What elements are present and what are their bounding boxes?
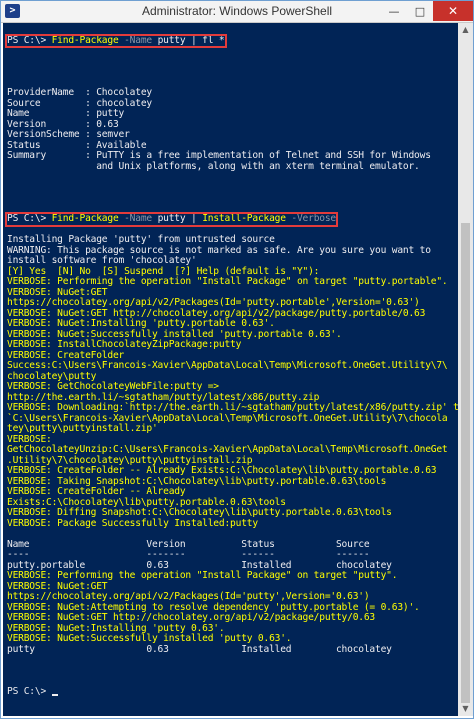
- prompt: PS C:\>: [7, 685, 52, 697]
- table-row: putty 0.63 Installed chocolatey: [7, 643, 392, 655]
- verbose-line: VERBOSE: NuGet:GET http://chocolatey.org…: [7, 612, 376, 623]
- maximize-button[interactable]: □: [407, 1, 433, 21]
- cmdlet-name: Find-Package: [51, 34, 119, 46]
- property-line: ProviderName : Chocolatey: [7, 87, 152, 98]
- table-separator: ---- ------- ------ ------: [7, 549, 370, 560]
- final-prompt-line[interactable]: PS C:\>: [7, 685, 458, 698]
- command-arguments: putty |: [152, 213, 203, 224]
- output-line: Success:C:\Users\Francois-Xavier\AppData…: [7, 360, 448, 371]
- parameter-name: -Name: [118, 34, 152, 46]
- command-arguments: putty | fl *: [152, 34, 225, 46]
- cmdlet-name: Install-Package: [202, 213, 286, 224]
- property-line: and Unix platforms, along with an xterm …: [7, 160, 420, 172]
- console-output[interactable]: PS C:\> Find-Package -Name putty | fl * …: [3, 23, 458, 716]
- property-line: Summary : PuTTY is a free implementation…: [7, 150, 431, 161]
- vertical-scrollbar[interactable]: ▲ ▼: [458, 23, 473, 716]
- title-bar[interactable]: Administrator: Windows PowerShell — □ ✕: [1, 1, 473, 23]
- output-line: install software from 'chocolatey': [7, 255, 197, 266]
- scroll-up-arrow-icon[interactable]: ▲: [458, 23, 473, 37]
- highlighted-command-2: PS C:\> Find-Package -Name putty | Insta…: [4, 212, 339, 227]
- verbose-line: VERBOSE: NuGet:Installing 'putty.portabl…: [7, 318, 275, 329]
- verbose-line: VERBOSE: Diffing Snapshot:C:\Chocolatey\…: [7, 507, 392, 518]
- parameter-name: -Name: [118, 213, 152, 224]
- verbose-line: https://chocolatey.org/api/v2/Packages(I…: [7, 591, 370, 602]
- verbose-line: VERBOSE: CreateFolder -- Already Exists:…: [7, 465, 437, 476]
- verbose-line: VERBOSE: Performing the operation "Insta…: [7, 276, 448, 287]
- output-line: Installing Package 'putty' from untruste…: [7, 234, 275, 245]
- verbose-line: VERBOSE: Package Successfully Installed:…: [7, 517, 258, 529]
- command-line-1: PS C:\> Find-Package -Name putty | fl *: [5, 33, 458, 48]
- prompt: PS C:\>: [7, 213, 52, 224]
- verbose-line: VERBOSE: Performing the operation "Insta…: [7, 570, 398, 581]
- command-line-2: PS C:\> Find-Package -Name putty | Insta…: [4, 212, 458, 227]
- verbose-line: VERBOSE: NuGet:Successfully installed 'p…: [7, 633, 292, 644]
- verbose-line: VERBOSE: CreateFolder -- Already: [7, 486, 186, 497]
- highlighted-command-1: PS C:\> Find-Package -Name putty | fl *: [5, 33, 227, 48]
- window-controls: — □ ✕: [381, 1, 473, 21]
- property-line: Name : putty: [7, 108, 125, 119]
- verbose-line: VERBOSE: Downloading:`http://the.earth.l…: [7, 402, 458, 413]
- cmdlet-name: Find-Package: [51, 213, 119, 224]
- verbose-line: VERBOSE: InstallChocolateyZipPackage:put…: [7, 339, 242, 350]
- output-line: https://chocolatey.org/api/v2/Packages(I…: [7, 297, 420, 308]
- verbose-line: VERBOSE: GetChocolateyWebFile:putty =>: [7, 381, 219, 392]
- powershell-window: Administrator: Windows PowerShell — □ ✕ …: [0, 0, 474, 719]
- parameter-name: -Verbose: [285, 213, 337, 224]
- output-line: tey\putty\puttyinstall.zip': [7, 423, 158, 434]
- property-line: VersionScheme : semver: [7, 129, 130, 140]
- text-cursor: [51, 694, 58, 696]
- scrollbar-thumb[interactable]: [461, 223, 470, 703]
- minimize-button[interactable]: —: [381, 1, 407, 21]
- output-line: GetChocolateyUnzip:C:\Users\Francois-Xav…: [7, 444, 448, 455]
- close-button[interactable]: ✕: [433, 1, 473, 21]
- scroll-down-arrow-icon[interactable]: ▼: [458, 702, 473, 716]
- prompt: PS C:\>: [7, 34, 52, 46]
